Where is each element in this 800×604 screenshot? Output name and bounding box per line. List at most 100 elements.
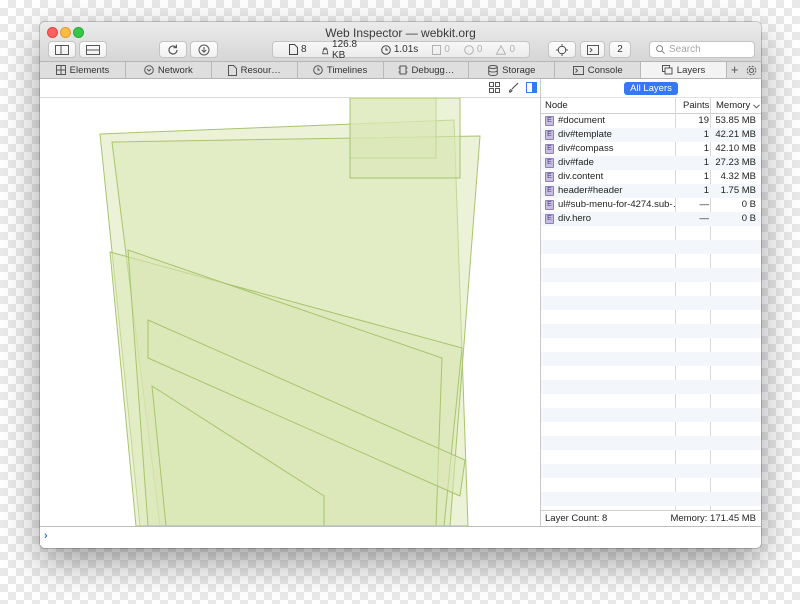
dom-node-icon: E xyxy=(545,200,554,210)
crosshair-icon xyxy=(556,43,568,56)
empty-row xyxy=(541,366,761,380)
column-header-memory[interactable]: Memory xyxy=(716,98,761,114)
table-row[interactable]: Ediv#compass 1 42.10 MB xyxy=(541,142,761,156)
search-box[interactable] xyxy=(649,41,755,58)
table-row[interactable]: Ediv#template 1 42.21 MB xyxy=(541,128,761,142)
inspect-element-button[interactable] xyxy=(548,41,576,58)
gear-icon[interactable] xyxy=(746,65,757,76)
table-row[interactable]: Ediv.hero — 0 B xyxy=(541,212,761,226)
node-name: #document xyxy=(558,115,606,126)
quick-console[interactable]: › xyxy=(40,526,761,548)
dock-side-button[interactable] xyxy=(48,41,76,58)
tab-storage-label: Storage xyxy=(502,64,536,76)
compositing-borders-icon[interactable] xyxy=(489,82,500,93)
tab-timelines[interactable]: Timelines xyxy=(298,62,384,78)
table-row[interactable]: Ediv.content 1 4.32 MB xyxy=(541,170,761,184)
tab-console[interactable]: Console xyxy=(555,62,642,78)
empty-row xyxy=(541,226,761,240)
node-name: div.content xyxy=(558,171,604,182)
empty-row xyxy=(541,324,761,338)
paints-cell: 1 xyxy=(703,171,709,182)
paints-cell: 1 xyxy=(703,129,709,140)
tab-debugger-label: Debugg… xyxy=(411,64,455,76)
memory-cell: 4.32 MB xyxy=(720,171,756,182)
table-row[interactable]: Ediv#fade 1 27.23 MB xyxy=(541,156,761,170)
storage-icon xyxy=(488,64,498,76)
tab-resources[interactable]: Resour… xyxy=(212,62,298,78)
dom-node-icon: E xyxy=(545,116,554,126)
paints-cell: 19 xyxy=(698,115,709,126)
clock-icon xyxy=(381,44,391,55)
warning-count[interactable]: 0 xyxy=(496,44,515,55)
memory-cell: 1.75 MB xyxy=(720,185,756,196)
console-prompt-icon: › xyxy=(44,530,48,542)
tab-layers[interactable]: Layers xyxy=(641,62,727,78)
paint-flashing-icon[interactable] xyxy=(508,82,519,93)
error-count[interactable]: 0 xyxy=(464,44,482,55)
node-cell: Ediv#compass xyxy=(545,142,675,156)
log-icon xyxy=(432,44,442,55)
node-cell: Ediv#fade xyxy=(545,156,675,170)
node-name: ul#sub-menu-for-4274.sub-… xyxy=(558,199,675,210)
memory-cell: 42.21 MB xyxy=(715,129,756,140)
tab-layers-label: Layers xyxy=(676,64,706,76)
download-icon xyxy=(198,44,210,55)
log-count[interactable]: 0 xyxy=(432,44,450,55)
dock-bottom-button[interactable] xyxy=(79,41,107,58)
tab-elements[interactable]: Elements xyxy=(40,62,126,78)
console-toggle-button[interactable] xyxy=(580,41,605,58)
weight-icon xyxy=(321,47,328,54)
column-header-paints[interactable]: Paints xyxy=(683,98,709,114)
resource-size-value: 126.8 KB xyxy=(332,38,358,61)
layer-fade[interactable] xyxy=(349,98,461,179)
column-header-node[interactable]: Node xyxy=(545,98,568,114)
layers-icon xyxy=(661,65,673,75)
table-row[interactable]: Eheader#header 1 1.75 MB xyxy=(541,184,761,198)
layers-table-body: E #document 19 53.85 MB Ediv#template 1 4… xyxy=(541,114,761,510)
notification-badge[interactable]: 2 xyxy=(609,41,631,58)
load-time[interactable]: 1.01s xyxy=(381,44,418,55)
dom-node-icon: E xyxy=(545,172,554,182)
empty-row xyxy=(541,436,761,450)
empty-row xyxy=(541,240,761,254)
window-title: Web Inspector — webkit.org xyxy=(325,26,476,40)
visualization-toolbar xyxy=(40,79,540,98)
memory-cell: 27.23 MB xyxy=(715,157,756,168)
tab-storage[interactable]: Storage xyxy=(469,62,556,78)
new-tab-icon[interactable]: + xyxy=(731,62,739,78)
total-memory: Memory: 171.45 MB xyxy=(670,513,756,524)
node-cell: Eul#sub-menu-for-4274.sub-… xyxy=(545,198,675,212)
timelines-icon xyxy=(313,65,323,75)
empty-row xyxy=(541,422,761,436)
resource-count[interactable]: 8 xyxy=(289,44,307,55)
empty-row xyxy=(541,338,761,352)
reload-icon xyxy=(168,44,178,55)
resource-size[interactable]: 126.8 KB xyxy=(321,39,367,61)
dom-node-icon: E xyxy=(545,130,554,140)
error-icon xyxy=(464,44,474,55)
empty-row xyxy=(541,464,761,478)
all-layers-scope-button[interactable]: All Layers xyxy=(624,81,678,95)
node-cell: Ediv#template xyxy=(545,128,675,142)
download-archive-button[interactable] xyxy=(190,41,218,58)
table-row[interactable]: Eul#sub-menu-for-4274.sub-… — 0 B xyxy=(541,198,761,212)
tab-console-label: Console xyxy=(587,64,623,76)
empty-row xyxy=(541,450,761,464)
search-input[interactable] xyxy=(669,44,751,55)
toggle-sidebar-icon[interactable] xyxy=(526,82,537,93)
tab-network[interactable]: Network xyxy=(126,62,212,78)
dom-node-icon: E xyxy=(545,158,554,168)
dom-node-icon: E xyxy=(545,186,554,196)
titlebar: Web Inspector — webkit.org 8 126.8 KB 1.… xyxy=(40,22,761,62)
reload-button[interactable] xyxy=(159,41,187,58)
node-cell: E #document xyxy=(545,114,675,128)
dom-node-icon: E xyxy=(545,144,554,154)
tab-debugger[interactable]: Debugg… xyxy=(384,62,470,78)
layers-3d-canvas[interactable] xyxy=(40,98,540,526)
empty-row xyxy=(541,254,761,268)
log-count-value: 0 xyxy=(444,44,450,55)
table-row[interactable]: E #document 19 53.85 MB xyxy=(541,114,761,128)
warning-icon xyxy=(496,44,507,55)
empty-row xyxy=(541,268,761,282)
resources-icon xyxy=(227,64,237,76)
